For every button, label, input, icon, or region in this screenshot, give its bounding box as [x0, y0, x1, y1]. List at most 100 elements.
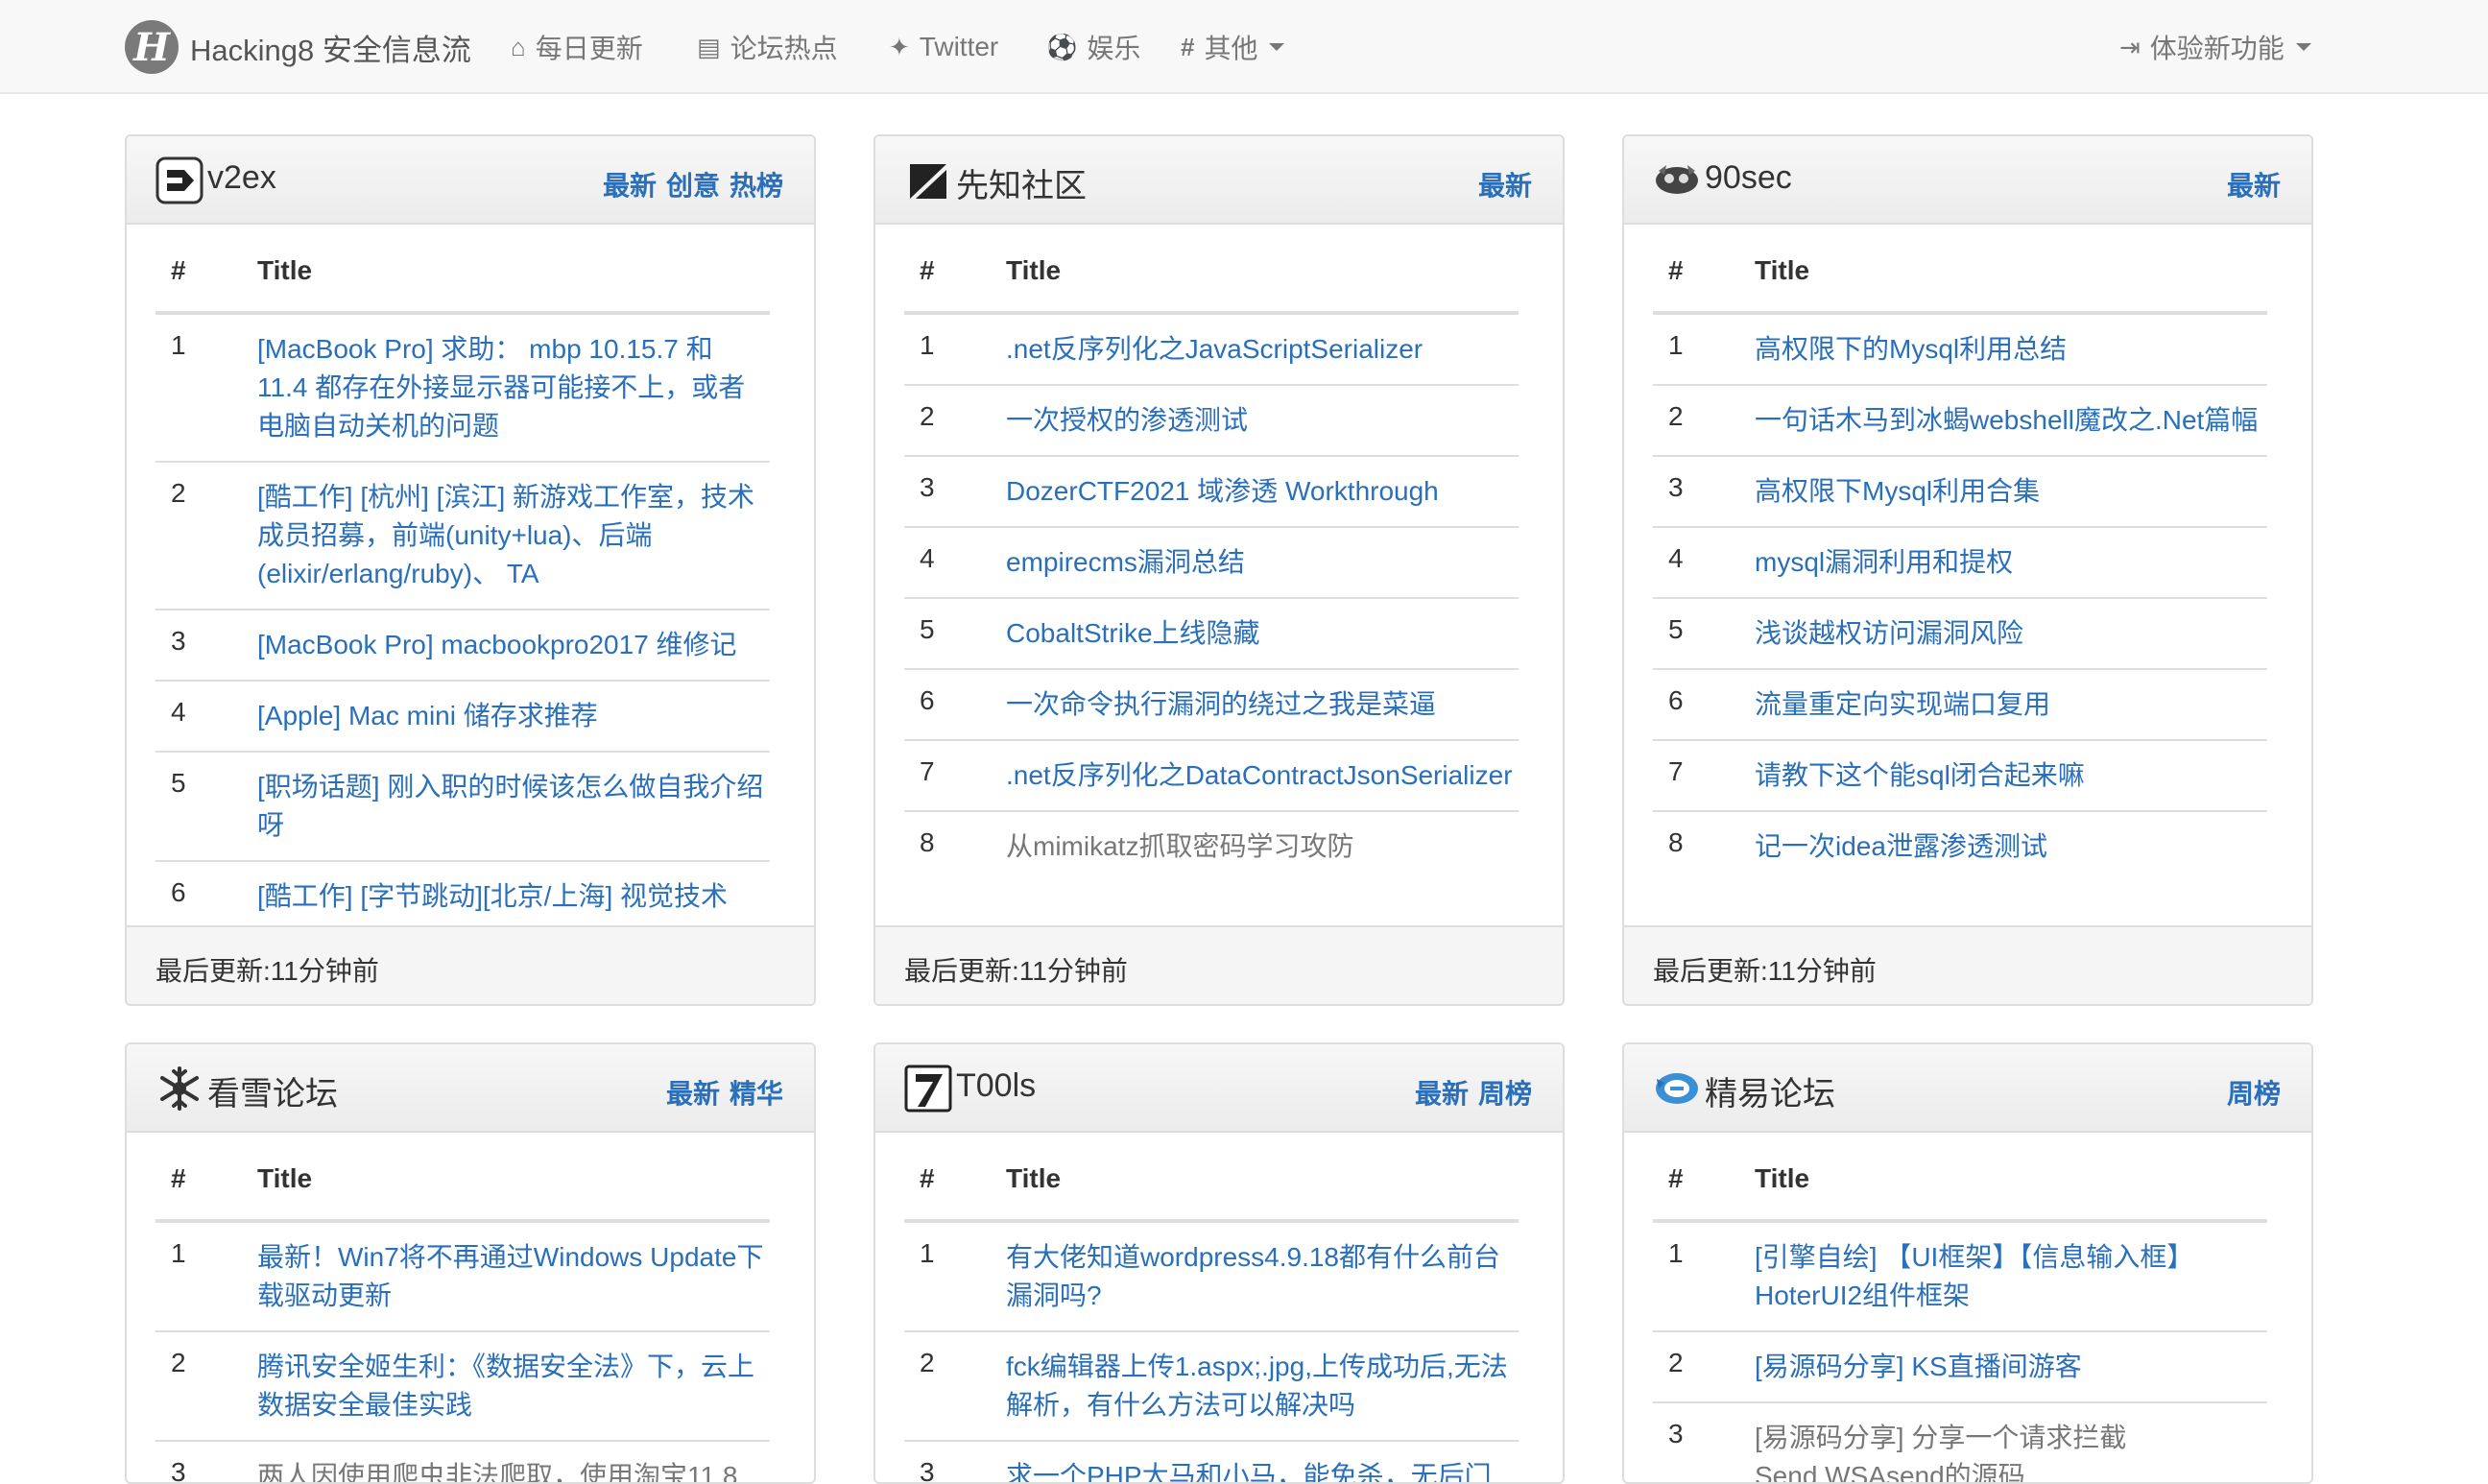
last-updated: 最后更新:11分钟前 [1653, 956, 1877, 986]
row-link[interactable]: 两人因使用爬虫非法爬取，使用淘宝11.8 [257, 1442, 770, 1482]
caret-down-icon [2295, 43, 2311, 51]
link-creative[interactable]: 创意 [666, 171, 720, 201]
row-link[interactable]: 一次命令执行漏洞的绕过之我是菜逼 [1006, 670, 1519, 739]
link-hot[interactable]: 热榜 [730, 171, 783, 201]
link-weekly[interactable]: 周榜 [1478, 1079, 1532, 1109]
row-num: 5 [1668, 614, 1684, 644]
row-link[interactable]: [MacBook Pro] macbookpro2017 维修记 [257, 610, 770, 680]
row-link[interactable]: empirecms漏洞总结 [1006, 528, 1519, 597]
link-weekly[interactable]: 周榜 [2227, 1079, 2281, 1109]
panel-heading: v2ex 最新 创意 热榜 [127, 136, 814, 225]
link-latest[interactable]: 最新 [1415, 1079, 1469, 1109]
row-num: 7 [1668, 756, 1684, 786]
nav-label: 每日更新 [535, 34, 643, 63]
table-row: 5 浅谈越权访问漏洞风险 [1653, 599, 2267, 670]
brand-title: Hacking8 安全信息流 [190, 33, 471, 67]
last-updated: 最后更新:11分钟前 [904, 956, 1128, 986]
row-num: 7 [920, 756, 935, 786]
table-row: 3 [易源码分享] 分享一个请求拦截Send,WSAsend的源码 [1653, 1403, 2267, 1482]
panel-table: # Title 1 .net反序列化之JavaScriptSerializer 2… [904, 225, 1519, 881]
row-link[interactable]: 最新！Win7将不再通过Windows Update下载驱动更新 [257, 1223, 770, 1330]
row-link[interactable]: [MacBook Pro] 求助： mbp 10.15.7 和 11.4 都存在… [257, 315, 770, 461]
row-link[interactable]: .net反序列化之JavaScriptSerializer [1006, 315, 1519, 384]
nav-label: 体验新功能 [2149, 34, 2285, 63]
table-row: 5 [职场话题] 刚入职的时候该怎么做自我介绍呀 [156, 753, 770, 862]
panel-heading: T00ls 最新 周榜 [875, 1044, 1563, 1133]
row-link[interactable]: 求一个PHP大马和小马，能免杀，无后门 [1006, 1442, 1519, 1482]
table-row: 2 [易源码分享] KS直播间游客 [1653, 1332, 2267, 1403]
row-num: 2 [171, 478, 186, 508]
row-link[interactable]: [Apple] Mac mini 储存求推荐 [257, 682, 770, 751]
row-num: 5 [171, 768, 186, 798]
row-link[interactable]: [职场话题] 刚入职的时候该怎么做自我介绍呀 [257, 753, 770, 860]
link-latest[interactable]: 最新 [2227, 171, 2281, 201]
row-link[interactable]: [酷工作] [字节跳动][北京/上海] 视觉技术 [257, 862, 770, 931]
nav-forum-hot[interactable]: ▤ 论坛热点 [697, 0, 838, 94]
col-title: Title [1755, 1163, 1810, 1193]
row-link[interactable]: mysql漏洞利用和提权 [1755, 528, 2267, 597]
nav-daily-updates[interactable]: ⌂ 每日更新 [511, 0, 643, 94]
table-row: 2 一句话木马到冰蝎webshell魔改之.Net篇幅 [1653, 386, 2267, 457]
nav-twitter[interactable]: ✦ Twitter [889, 0, 998, 94]
nav-label: 论坛热点 [730, 34, 838, 63]
row-link[interactable]: [酷工作] [杭州] [滨江] 新游戏工作室，技术成员招募，前端(unity+l… [257, 463, 770, 609]
table-header: # Title [1653, 225, 2267, 315]
row-link[interactable]: 高权限下Mysql利用合集 [1755, 457, 2267, 526]
nav-other-dropdown[interactable]: # 其他 [1181, 0, 1285, 94]
table-row: 6 [酷工作] [字节跳动][北京/上海] 视觉技术 [156, 862, 770, 931]
panel-heading: 先知社区 最新 [875, 136, 1563, 225]
row-link[interactable]: 从mimikatz抓取密码学习攻防 [1006, 812, 1519, 881]
row-link[interactable]: DozerCTF2021 域渗透 Workthrough [1006, 457, 1519, 526]
table-row: 8 记一次idea泄露渗透测试 [1653, 812, 2267, 881]
table-header: # Title [156, 225, 770, 315]
panel-table: # Title 1 最新！Win7将不再通过Windows Update下载驱动更… [156, 1133, 770, 1482]
panel-links: 最新 [2217, 165, 2281, 203]
row-link[interactable]: 请教下这个能sql闭合起来嘛 [1755, 741, 2267, 810]
row-link[interactable]: CobaltStrike上线隐藏 [1006, 599, 1519, 668]
row-link[interactable]: 流量重定向实现端口复用 [1755, 670, 2267, 739]
link-featured[interactable]: 精华 [730, 1079, 783, 1109]
link-latest[interactable]: 最新 [1478, 171, 1532, 201]
link-latest[interactable]: 最新 [603, 171, 657, 201]
hacking8-logo-icon: H [125, 20, 179, 74]
row-num: 4 [920, 543, 935, 573]
table-row: 6 一次命令执行漏洞的绕过之我是菜逼 [904, 670, 1519, 741]
row-link[interactable]: 浅谈越权访问漏洞风险 [1755, 599, 2267, 668]
row-link[interactable]: 一次授权的渗透测试 [1006, 386, 1519, 455]
col-title: Title [1755, 255, 1810, 285]
row-link[interactable]: 记一次idea泄露渗透测试 [1755, 812, 2267, 881]
row-link[interactable]: [易源码分享] KS直播间游客 [1755, 1332, 2267, 1401]
panel-links: 周榜 [2217, 1073, 2281, 1112]
panel-footer: 最后更新:11分钟前 [875, 925, 1563, 1004]
top-navbar: H Hacking8 安全信息流 ⌂ 每日更新 ▤ 论坛热点 ✦ Twitter ⚽ 娱… [0, 0, 2488, 94]
nav-entertainment[interactable]: ⚽ 娱乐 [1046, 0, 1140, 94]
row-link[interactable]: .net反序列化之DataContractJsonSerializer [1006, 741, 1519, 810]
nav-try-new-features[interactable]: ⇥ 体验新功能 [2119, 0, 2311, 94]
panel-table: # Title 1 有大佬知道wordpress4.9.18都有什么前台漏洞吗? … [904, 1133, 1519, 1482]
row-num: 3 [920, 472, 935, 502]
brand[interactable]: H Hacking8 安全信息流 [125, 19, 471, 75]
panel-footer: 最后更新:11分钟前 [1624, 925, 2311, 1004]
row-link[interactable]: 一句话木马到冰蝎webshell魔改之.Net篇幅 [1755, 386, 2267, 455]
panel-table: # Title 1 高权限下的Mysql利用总结 2 一句话木马到冰蝎webshel… [1653, 225, 2267, 881]
90sec-logo-icon [1653, 156, 1701, 205]
row-link[interactable]: [引擎自绘] 【UI框架】【信息输入框】HoterUI2组件框架 [1755, 1223, 2267, 1330]
row-link[interactable]: 有大佬知道wordpress4.9.18都有什么前台漏洞吗? [1006, 1223, 1519, 1330]
row-num: 2 [920, 401, 935, 431]
panel-footer: 最后更新:11分钟前 [127, 925, 814, 1004]
col-num: # [171, 255, 186, 285]
panel-90sec: 90sec 最新 # Title 1 高权限下的Mysql利用总结 2 一句话木马到… [1622, 134, 2313, 1006]
panel-table: # Title 1 [引擎自绘] 【UI框架】【信息输入框】HoterUI2组件框… [1653, 1133, 2267, 1482]
panel-jingyi: 精易论坛 周榜 # Title 1 [引擎自绘] 【UI框架】【信息输入框】Hot… [1622, 1042, 2313, 1484]
row-link[interactable]: 高权限下的Mysql利用总结 [1755, 315, 2267, 384]
row-num: 1 [1668, 1238, 1684, 1268]
row-num: 6 [920, 685, 935, 715]
row-link[interactable]: 腾讯安全姬生利：《数据安全法》下，云上数据安全最佳实践 [257, 1332, 770, 1440]
home-icon: ⌂ [511, 32, 526, 61]
table-row: 3 两人因使用爬虫非法爬取，使用淘宝11.8 [156, 1442, 770, 1482]
row-num: 1 [171, 330, 186, 360]
row-num: 4 [171, 697, 186, 727]
link-latest[interactable]: 最新 [666, 1079, 720, 1109]
row-link[interactable]: fck编辑器上传1.aspx;.jpg,上传成功后,无法解析，有什么方法可以解决… [1006, 1332, 1519, 1440]
row-link[interactable]: [易源码分享] 分享一个请求拦截Send,WSAsend的源码 [1755, 1403, 2267, 1482]
